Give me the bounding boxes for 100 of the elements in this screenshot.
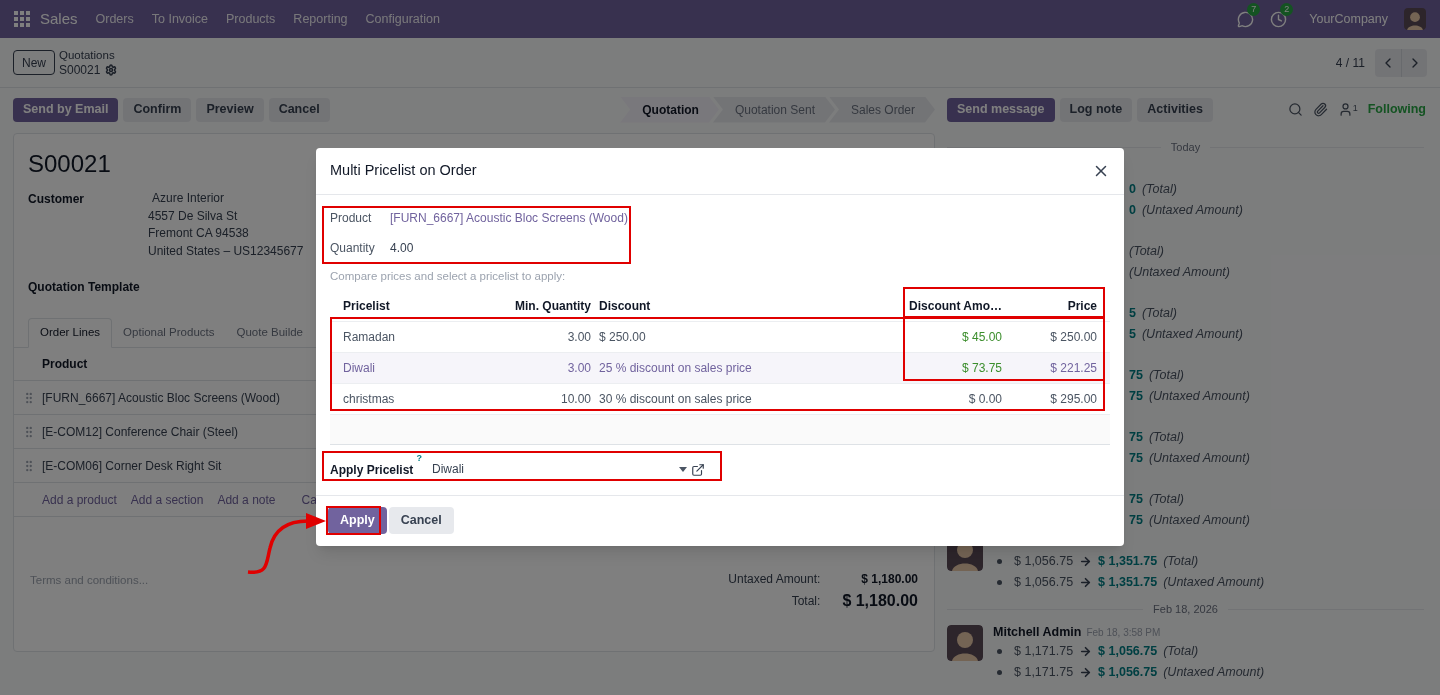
- field-name: (Total): [1163, 643, 1199, 661]
- new-value: $ 1,056.75: [1098, 643, 1158, 661]
- breadcrumb-link[interactable]: Quotations: [59, 47, 118, 63]
- tab[interactable]: Optional Products: [112, 318, 226, 348]
- settings-icon[interactable]: [105, 64, 118, 76]
- field-name: (Untaxed Amount): [1163, 574, 1265, 592]
- field-name: (Total): [1148, 429, 1184, 447]
- menu-item[interactable]: Orders: [95, 9, 134, 29]
- address-line: 4557 De Silva St: [148, 207, 239, 225]
- table-cell-text: $ 250.00: [1049, 328, 1098, 346]
- new-value: 75: [1129, 491, 1143, 509]
- total-label: Untaxed Amount:: [728, 571, 821, 588]
- messages-badge: 7: [1247, 2, 1261, 16]
- column-header: Pricelist: [342, 297, 391, 315]
- new-value: 75: [1129, 429, 1143, 447]
- product-line[interactable]: [E-COM06] Corner Desk Right Sit: [42, 456, 222, 475]
- table-cell-text: 25 % discount on sales price: [598, 359, 753, 377]
- pager-counter: 4 / 11: [1335, 54, 1365, 72]
- new-value: 5: [1129, 326, 1136, 344]
- hint-text: Compare prices and select a pricelist to apply:: [330, 268, 567, 284]
- previous-button[interactable]: [1375, 48, 1401, 77]
- status-step[interactable]: Sales Order: [828, 96, 935, 123]
- external-link-icon[interactable]: [691, 462, 705, 477]
- bullet-icon: [997, 649, 1002, 654]
- new-value: $ 1,351.75: [1098, 574, 1158, 592]
- menu-item[interactable]: To Invoice: [151, 9, 208, 29]
- dropdown-caret-icon: [679, 466, 687, 472]
- add-line-link[interactable]: Add a note: [217, 490, 276, 509]
- new-value: 75: [1129, 450, 1143, 468]
- action-button[interactable]: Send by Email: [13, 97, 119, 122]
- action-button[interactable]: Confirm: [123, 97, 192, 122]
- address-line: United States – US12345677: [148, 242, 304, 260]
- add-line-link[interactable]: Add a section: [130, 490, 204, 509]
- record-title: S00021: [28, 150, 111, 177]
- old-value: $ 1,171.75: [1014, 643, 1074, 661]
- new-value: 75: [1129, 367, 1143, 385]
- new-value: $ 1,056.75: [1098, 664, 1158, 682]
- chatter-button[interactable]: Send message: [947, 97, 1055, 122]
- bullet-icon: [997, 580, 1002, 585]
- date-separator: Today: [1170, 139, 1201, 155]
- apps-menu-icon[interactable]: [14, 11, 30, 27]
- action-button[interactable]: Cancel: [268, 97, 330, 122]
- menu-item[interactable]: Reporting: [293, 9, 348, 29]
- new-value: 0: [1129, 181, 1136, 199]
- message-author[interactable]: Mitchell Admin: [993, 622, 1082, 642]
- table-cell-text: $ 221.25: [1049, 359, 1098, 377]
- following-button[interactable]: Following: [1367, 100, 1426, 119]
- field-name: (Total): [1148, 491, 1184, 509]
- field-name: (Untaxed Amount): [1148, 450, 1250, 468]
- column-header: Discount Amo…: [908, 297, 1003, 315]
- customer-name[interactable]: Azure Interior: [148, 190, 304, 208]
- field-name: (Total): [1163, 553, 1199, 571]
- menu-item[interactable]: Products: [226, 9, 276, 29]
- messages-icon[interactable]: [1237, 10, 1255, 28]
- date-separator: Feb 18, 2026: [1153, 601, 1218, 617]
- arrow-icon: [1079, 576, 1093, 589]
- new-value: 75: [1129, 512, 1143, 530]
- add-line-link[interactable]: Add a product: [42, 490, 117, 509]
- bullet-icon: [997, 559, 1002, 564]
- table-cell-text: Ramadan: [342, 328, 397, 346]
- add-line-link[interactable]: Ca: [301, 490, 317, 509]
- field-name: (Total): [1141, 305, 1177, 323]
- new-value: $ 1,351.75: [1098, 553, 1158, 571]
- next-button[interactable]: [1401, 48, 1427, 77]
- pricelist-row[interactable]: Diwali 3.00 25 % discount on sales price $ 73.75 $ 221.25: [330, 351, 1110, 383]
- product-line[interactable]: [FURN_6667] Acoustic Bloc Screens (Wood): [42, 388, 280, 407]
- column-header: Min. Quantity: [514, 297, 592, 315]
- field-name: (Total): [1148, 367, 1184, 385]
- followers-icon[interactable]: [1337, 102, 1353, 117]
- new-value: 5: [1129, 305, 1136, 323]
- table-cell-text: 30 % discount on sales price: [598, 390, 753, 408]
- dialog-button[interactable]: Cancel: [388, 507, 454, 535]
- user-avatar: [1404, 8, 1426, 30]
- paperclip-icon[interactable]: [1312, 102, 1328, 117]
- activities-icon[interactable]: [1270, 10, 1288, 28]
- new-button[interactable]: New: [13, 50, 55, 75]
- search-icon[interactable]: [1287, 102, 1303, 117]
- chatter-button[interactable]: Log note: [1059, 97, 1133, 122]
- status-step[interactable]: Quotation Sent: [712, 96, 835, 123]
- menu-item[interactable]: Configuration: [365, 9, 440, 29]
- app-name[interactable]: Sales: [40, 7, 78, 31]
- tab[interactable]: Quote Builde: [225, 318, 314, 348]
- field-name: (Untaxed Amount): [1163, 664, 1265, 682]
- column-header: Discount: [598, 297, 652, 315]
- table-cell-text: Diwali: [342, 359, 376, 377]
- field-name: (Untaxed Amount): [1141, 202, 1243, 220]
- new-value: 75: [1129, 388, 1143, 406]
- product-line[interactable]: [E-COM12] Conference Chair (Steel): [42, 422, 239, 441]
- table-cell-text: $ 295.00: [1049, 390, 1098, 408]
- action-button[interactable]: Preview: [196, 97, 264, 122]
- arrow-icon: [1079, 645, 1093, 658]
- quantity-value: 4.00: [390, 239, 414, 257]
- arrow-icon: [1079, 555, 1093, 568]
- status-step[interactable]: Quotation: [620, 96, 719, 123]
- tab[interactable]: Order Lines: [28, 318, 113, 348]
- table-cell-text: 10.00: [559, 390, 592, 408]
- record-name: S00021: [59, 62, 101, 78]
- company-name[interactable]: YourCompany: [1309, 9, 1388, 29]
- table-cell-text: $ 0.00: [967, 390, 1003, 408]
- chatter-button[interactable]: Activities: [1137, 97, 1213, 122]
